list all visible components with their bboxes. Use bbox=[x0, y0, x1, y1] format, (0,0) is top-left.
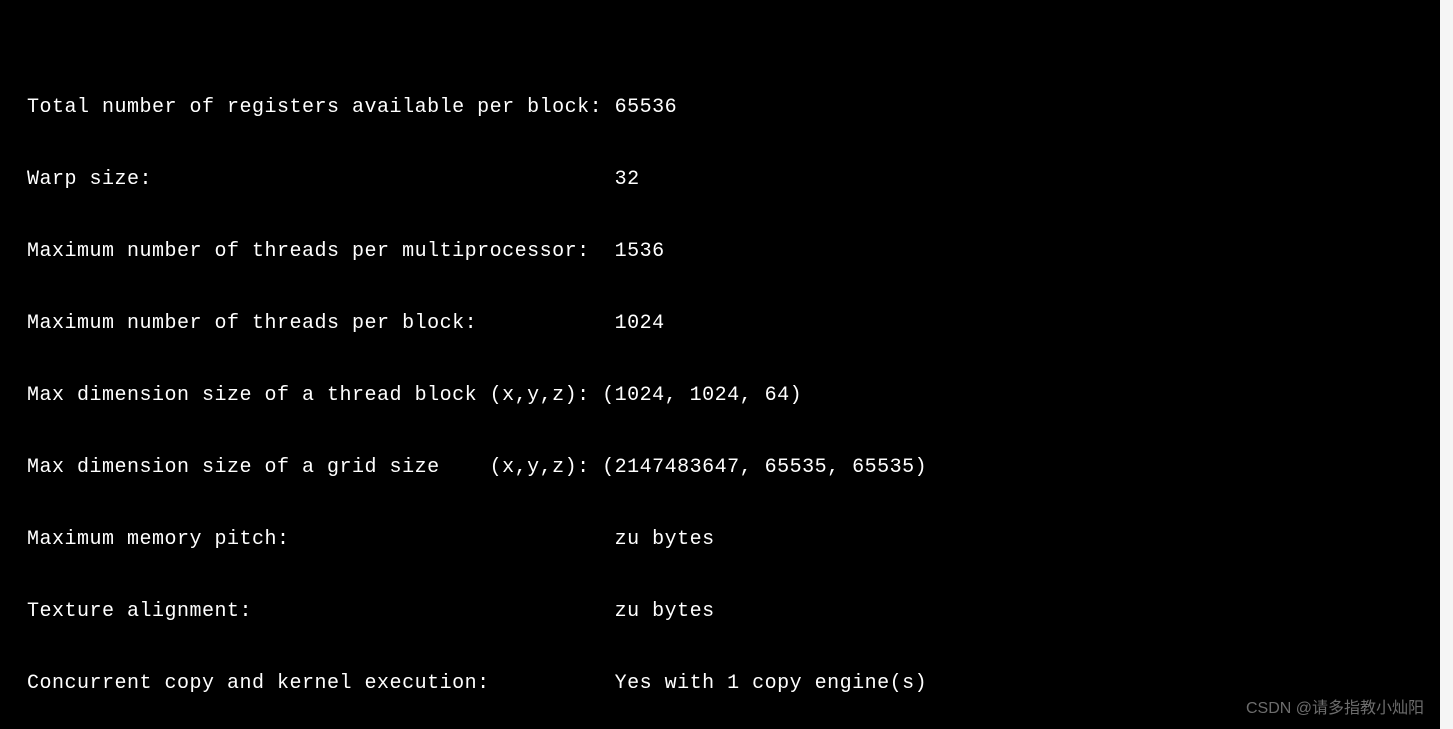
window-edge bbox=[1440, 0, 1453, 729]
output-line: Max dimension size of a thread block (x,… bbox=[2, 384, 1440, 408]
output-line: Concurrent copy and kernel execution: Ye… bbox=[2, 672, 1440, 696]
output-line: Maximum number of threads per block: 102… bbox=[2, 312, 1440, 336]
terminal-window[interactable]: Total number of registers available per … bbox=[0, 0, 1440, 729]
output-line: Maximum number of threads per multiproce… bbox=[2, 240, 1440, 264]
output-line: Maximum memory pitch: zu bytes bbox=[2, 528, 1440, 552]
watermark-text: CSDN @请多指教小灿阳 bbox=[1246, 697, 1424, 721]
terminal-output: Total number of registers available per … bbox=[0, 48, 1440, 729]
output-line: Total number of registers available per … bbox=[2, 96, 1440, 120]
output-line: Warp size: 32 bbox=[2, 168, 1440, 192]
output-line: Texture alignment: zu bytes bbox=[2, 600, 1440, 624]
output-line: Max dimension size of a grid size (x,y,z… bbox=[2, 456, 1440, 480]
